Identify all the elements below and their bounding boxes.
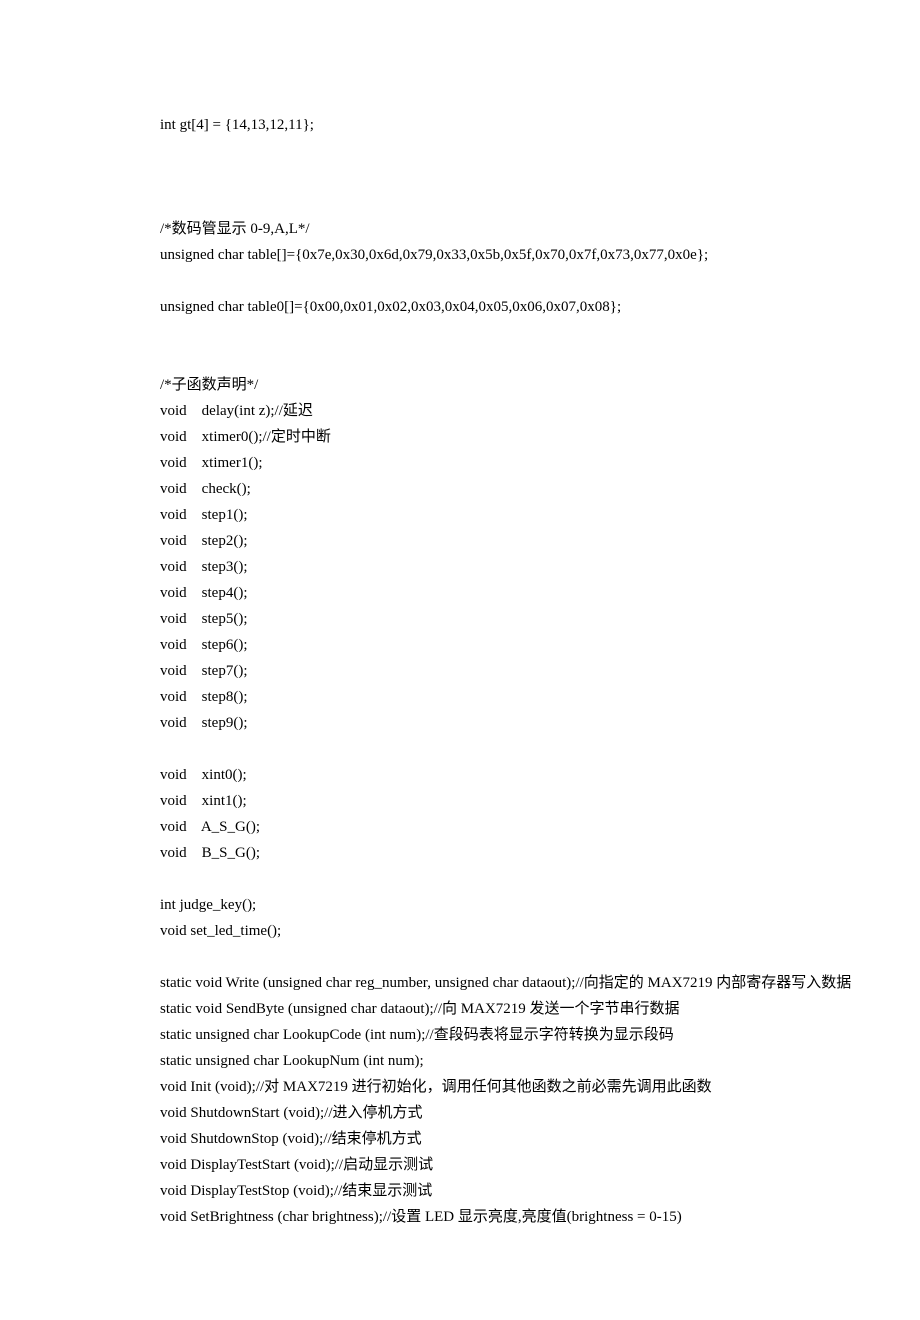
document-page: int gt[4] = {14,13,12,11}; /*数码管显示 0-9,A,… [0,0,920,1320]
code-line: void ShutdownStart (void);//进入停机方式 [160,1100,780,1126]
code-line: void Init (void);//对 MAX7219 进行初始化，调用任何其… [160,1074,780,1100]
code-line: void ShutdownStop (void);//结束停机方式 [160,1126,780,1152]
code-line: void step1(); [160,502,780,528]
code-line: /*数码管显示 0-9,A,L*/ [160,216,780,242]
blank-line [160,164,780,190]
blank-line [160,320,780,346]
code-listing: int gt[4] = {14,13,12,11}; /*数码管显示 0-9,A,… [160,112,780,1230]
code-line: void DisplayTestStart (void);//启动显示测试 [160,1152,780,1178]
code-line: void step7(); [160,658,780,684]
code-line: void step9(); [160,710,780,736]
code-line: void set_led_time(); [160,918,780,944]
code-line: void step3(); [160,554,780,580]
code-line: /*子函数声明*/ [160,372,780,398]
code-line: void A_S_G(); [160,814,780,840]
code-line: void B_S_G(); [160,840,780,866]
code-line: static void SendByte (unsigned char data… [160,996,780,1022]
code-line: void step5(); [160,606,780,632]
code-line: unsigned char table0[]={0x00,0x01,0x02,0… [160,294,780,320]
code-line: void DisplayTestStop (void);//结束显示测试 [160,1178,780,1204]
blank-line [160,736,780,762]
code-line: void SetBrightness (char brightness);//设… [160,1204,780,1230]
code-line: unsigned char table[]={0x7e,0x30,0x6d,0x… [160,242,780,268]
code-line: static unsigned char LookupCode (int num… [160,1022,780,1048]
blank-line [160,190,780,216]
blank-line [160,866,780,892]
blank-line [160,944,780,970]
code-line: void delay(int z);//延迟 [160,398,780,424]
code-line: int gt[4] = {14,13,12,11}; [160,112,780,138]
code-line: static void Write (unsigned char reg_num… [160,970,780,996]
blank-line [160,138,780,164]
code-line: void step6(); [160,632,780,658]
code-line: static unsigned char LookupNum (int num)… [160,1048,780,1074]
code-line: void xtimer0();//定时中断 [160,424,780,450]
code-line: void xtimer1(); [160,450,780,476]
code-line: void step4(); [160,580,780,606]
code-line: void step2(); [160,528,780,554]
code-line: int judge_key(); [160,892,780,918]
code-line: void xint1(); [160,788,780,814]
code-line: void step8(); [160,684,780,710]
blank-line [160,346,780,372]
code-line: void check(); [160,476,780,502]
blank-line [160,268,780,294]
code-line: void xint0(); [160,762,780,788]
